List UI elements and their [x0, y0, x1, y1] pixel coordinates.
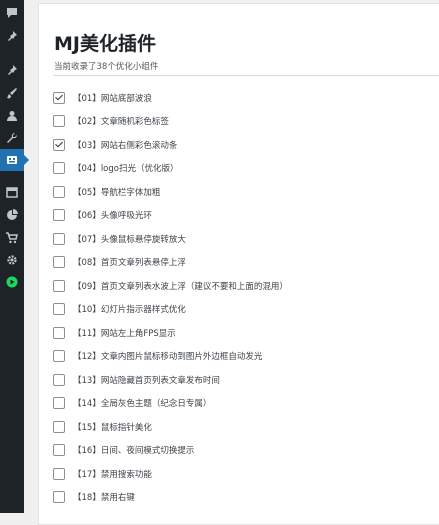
widget-label: 【16】日间、夜间模式切换提示 [73, 446, 195, 457]
widget-label: 【03】网站右侧彩色滚动条 [73, 140, 178, 151]
list-item[interactable]: 【05】导航栏字体加粗 [53, 180, 288, 204]
list-item[interactable]: 【04】logo扫光（优化版） [53, 157, 288, 181]
play-icon [6, 276, 18, 288]
wrench-icon [7, 132, 18, 143]
widget-label: 【12】文章内图片鼠标移动到图片外边框自动发光 [73, 352, 263, 363]
list-item[interactable]: 【15】鼠标指针美化 [53, 415, 288, 439]
sidebar-item-gear[interactable] [0, 249, 24, 271]
comment-icon [7, 8, 17, 18]
widget-checkbox[interactable] [53, 256, 65, 269]
admin-sidebar [0, 0, 29, 513]
list-item[interactable]: 【08】首页文章列表悬停上浮 [53, 251, 288, 275]
list-item[interactable]: 【16】日间、夜间模式切换提示 [53, 439, 288, 463]
sidebar-item-pushpin[interactable] [0, 59, 24, 81]
widget-checkbox[interactable] [53, 491, 65, 504]
plugin-icon [7, 156, 17, 164]
widget-label: 【04】logo扫光（优化版） [73, 164, 179, 175]
user-icon [7, 111, 17, 121]
widget-label: 【14】全局灰色主题（纪念日专属） [73, 399, 212, 410]
sidebar-item-pushpin[interactable] [0, 25, 24, 47]
widget-checkbox[interactable] [53, 279, 65, 292]
widget-label: 【18】禁用右键 [73, 493, 135, 504]
widget-checkbox[interactable] [53, 162, 65, 175]
divider [53, 75, 439, 76]
list-item[interactable]: 【10】幻灯片指示器样式优化 [53, 298, 288, 322]
sidebar-item-user[interactable] [0, 105, 24, 127]
widget-label: 【07】头像鼠标悬停旋转放大 [73, 234, 186, 245]
widget-label: 【05】导航栏字体加粗 [73, 187, 161, 198]
widget-checkbox[interactable] [53, 444, 65, 457]
list-item[interactable]: 【11】网站左上角FPS显示 [53, 321, 288, 345]
sidebar-item-play[interactable] [0, 271, 24, 293]
widget-label: 【17】禁用搜索功能 [73, 469, 152, 480]
widget-checkbox[interactable] [53, 420, 65, 433]
list-item[interactable]: 【17】禁用搜索功能 [53, 462, 288, 486]
settings-panel: MJ美化插件 当前收录了38个优化小组件 【01】网站底部波浪【02】文章随机彩… [38, 3, 439, 525]
widget-checkbox[interactable] [53, 326, 65, 339]
list-item[interactable]: 【09】首页文章列表水波上浮（建议不要和上面的混用） [53, 274, 288, 298]
widget-checkbox[interactable] [53, 303, 65, 316]
list-item[interactable]: 【07】头像鼠标悬停旋转放大 [53, 227, 288, 251]
list-item[interactable]: 【02】文章随机彩色标签 [53, 110, 288, 134]
widget-label: 【09】首页文章列表水波上浮（建议不要和上面的混用） [73, 281, 288, 292]
gear-icon [7, 255, 17, 265]
chart-pie-icon [7, 209, 18, 220]
widget-label: 【08】首页文章列表悬停上浮 [73, 258, 186, 269]
sidebar-item-comment[interactable] [0, 2, 24, 24]
widget-checkbox[interactable] [53, 185, 65, 198]
widget-checkbox[interactable] [53, 467, 65, 480]
sidebar-item-brush[interactable] [0, 82, 24, 104]
cart-icon [6, 232, 18, 244]
widget-label: 【13】网站隐藏首页列表文章发布时间 [73, 375, 220, 386]
page-title: MJ美化插件 [54, 33, 156, 55]
widget-checkbox[interactable] [53, 115, 65, 128]
widget-checkbox[interactable] [53, 91, 65, 104]
sidebar-item-wrench[interactable] [0, 127, 24, 149]
list-item[interactable]: 【13】网站隐藏首页列表文章发布时间 [53, 368, 288, 392]
widget-label: 【06】头像呼吸光环 [73, 211, 152, 222]
list-item[interactable]: 【14】全局灰色主题（纪念日专属） [53, 392, 288, 416]
list-item[interactable]: 【03】网站右侧彩色滚动条 [53, 133, 288, 157]
sidebar-item-cart[interactable] [0, 227, 24, 249]
widget-label: 【15】鼠标指针美化 [73, 422, 152, 433]
list-item[interactable]: 【18】禁用右键 [53, 486, 288, 510]
brush-icon [7, 88, 17, 99]
list-item[interactable]: 【01】网站底部波浪 [53, 86, 288, 110]
widget-checkbox[interactable] [53, 350, 65, 363]
calendar-icon [6, 187, 18, 198]
widget-label: 【11】网站左上角FPS显示 [73, 328, 176, 339]
widget-checkbox[interactable] [53, 397, 65, 410]
pushpin-icon [8, 65, 17, 75]
sidebar-item-calendar[interactable] [0, 181, 24, 203]
widget-list: 【01】网站底部波浪【02】文章随机彩色标签 【03】网站右侧彩色滚动条 【04】l… [53, 86, 288, 509]
widget-checkbox[interactable] [53, 373, 65, 386]
sidebar-item-plugin[interactable] [0, 149, 29, 171]
page-subtitle: 当前收录了38个优化小组件 [54, 62, 159, 72]
widget-label: 【02】文章随机彩色标签 [73, 117, 169, 128]
widget-checkbox[interactable] [53, 209, 65, 222]
list-item[interactable]: 【06】头像呼吸光环 [53, 204, 288, 228]
widget-checkbox[interactable] [53, 232, 65, 245]
widget-label: 【01】网站底部波浪 [73, 93, 152, 104]
widget-checkbox[interactable] [53, 138, 65, 151]
sidebar-item-chart-pie[interactable] [0, 204, 24, 226]
list-item[interactable]: 【12】文章内图片鼠标移动到图片外边框自动发光 [53, 345, 288, 369]
pushpin-icon [8, 31, 17, 41]
widget-label: 【10】幻灯片指示器样式优化 [73, 305, 186, 316]
